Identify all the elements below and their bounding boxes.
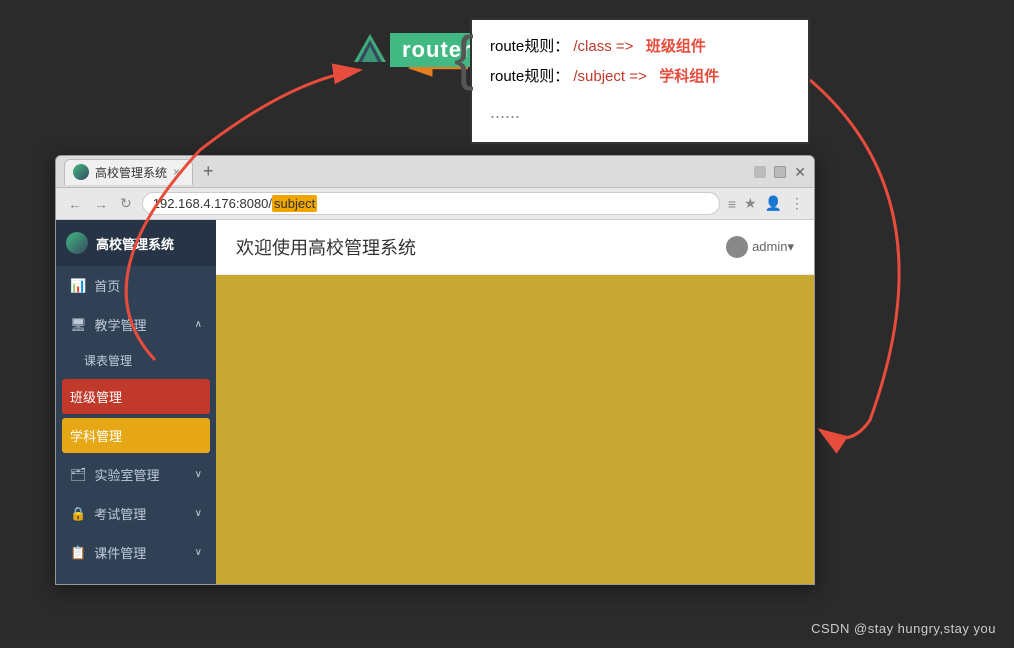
admin-avatar	[726, 236, 748, 258]
sidebar-item-schedule[interactable]: 课表管理	[56, 344, 216, 377]
annotation-box: route规则： /class => 班级组件 route规则： /subjec…	[470, 18, 810, 144]
sidebar-item-courseware[interactable]: 📋 课件管理 ∨	[56, 533, 216, 572]
vue-logo-icon	[350, 30, 390, 70]
admin-label: admin▾	[752, 239, 794, 255]
courseware-icon: 📋	[70, 545, 86, 561]
new-tab-button[interactable]: +	[197, 161, 220, 182]
sidebar-logo-icon	[66, 232, 88, 254]
sidebar-item-exam-label: 考试管理	[94, 504, 146, 523]
chevron-down-courseware-icon: ∨	[195, 547, 202, 558]
sidebar-app-title: 高校管理系统	[96, 234, 174, 253]
chevron-down-exam-icon: ∨	[195, 508, 202, 519]
sidebar-item-subject-label: 学科管理	[70, 426, 122, 445]
bookmark-icon: ★	[744, 195, 757, 212]
sidebar-item-teaching[interactable]: 🖥 教学管理 ∧	[56, 305, 216, 344]
route2-prefix: route规则：	[490, 68, 569, 85]
sidebar-logo: 高校管理系统	[56, 220, 216, 266]
sidebar: 高校管理系统 📊 首页 🖥 教学管理 ∧ 课表管理 班级管理	[56, 220, 216, 584]
url-highlight: subject	[272, 195, 317, 212]
sidebar-item-lab[interactable]: 🗂 实验室管理 ∨	[56, 455, 216, 494]
chevron-up-icon: ∧	[195, 319, 202, 330]
home-icon: 📊	[70, 278, 86, 294]
sidebar-item-teaching-label: 教学管理	[95, 315, 147, 334]
browser-window: 高校管理系统 × + ✕ ← → ↻ 192.168.4.176:8080/su…	[55, 155, 815, 585]
tab-favicon	[73, 164, 89, 180]
sidebar-item-lab-label: 实验室管理	[95, 465, 160, 484]
exam-icon: 🔒	[70, 506, 86, 522]
minimize-button[interactable]	[754, 166, 766, 178]
lab-icon: 🗂	[70, 467, 87, 483]
menu-icon: ⋮	[790, 195, 804, 212]
main-header: 欢迎使用高校管理系统 admin▾	[216, 220, 814, 275]
route2-path: /subject =>	[573, 68, 646, 85]
route1-path: /class =>	[573, 38, 633, 55]
route-rule-2: route规则： /subject => 学科组件	[490, 62, 790, 92]
sidebar-menu: 📊 首页 🖥 教学管理 ∧ 课表管理 班级管理 学科管理	[56, 266, 216, 572]
close-button[interactable]: ✕	[794, 165, 806, 179]
app-content: 高校管理系统 📊 首页 🖥 教学管理 ∧ 课表管理 班级管理	[56, 220, 814, 584]
maximize-button[interactable]	[774, 166, 786, 178]
url-base: 192.168.4.176:8080/	[153, 196, 272, 211]
route-rule-1: route规则： /class => 班级组件	[490, 32, 790, 62]
forward-button[interactable]: →	[92, 196, 110, 212]
sidebar-item-class-label: 班级管理	[70, 387, 122, 406]
route1-prefix: route规则：	[490, 38, 569, 55]
browser-addressbar: ← → ↻ 192.168.4.176:8080/subject ≡ ★ 👤 ⋮	[56, 188, 814, 220]
back-button[interactable]: ←	[66, 196, 84, 212]
address-bar-icons: ≡ ★ 👤 ⋮	[728, 195, 804, 212]
reload-button[interactable]: ↻	[118, 195, 134, 212]
url-bar[interactable]: 192.168.4.176:8080/subject	[142, 192, 720, 215]
teaching-icon: 🖥	[70, 317, 87, 333]
route2-component: 学科组件	[659, 68, 719, 85]
sidebar-item-home[interactable]: 📊 首页	[56, 266, 216, 305]
annotation-dots: ......	[490, 94, 790, 130]
sidebar-item-exam[interactable]: 🔒 考试管理 ∨	[56, 494, 216, 533]
extensions-icon: ≡	[728, 196, 736, 212]
sidebar-item-courseware-label: 课件管理	[94, 543, 146, 562]
sidebar-item-home-label: 首页	[94, 276, 120, 295]
browser-tabbar: 高校管理系统 × + ✕	[56, 156, 814, 188]
sidebar-item-schedule-label: 课表管理	[84, 354, 132, 368]
main-content	[216, 275, 814, 584]
chevron-down-lab-icon: ∨	[195, 469, 202, 480]
tab-close-button[interactable]: ×	[173, 165, 180, 179]
sidebar-item-class[interactable]: 班级管理	[62, 379, 210, 414]
main-area: 欢迎使用高校管理系统 admin▾	[216, 220, 814, 584]
admin-badge[interactable]: admin▾	[726, 236, 794, 258]
profile-icon: 👤	[765, 195, 782, 212]
tab-title: 高校管理系统	[95, 164, 167, 181]
route1-component: 班级组件	[646, 38, 706, 55]
window-controls: ✕	[754, 165, 806, 179]
page-title: 欢迎使用高校管理系统	[236, 234, 416, 260]
browser-tab[interactable]: 高校管理系统 ×	[64, 159, 193, 185]
sidebar-item-subject[interactable]: 学科管理	[62, 418, 210, 453]
watermark: CSDN @stay hungry,stay you	[811, 621, 996, 636]
